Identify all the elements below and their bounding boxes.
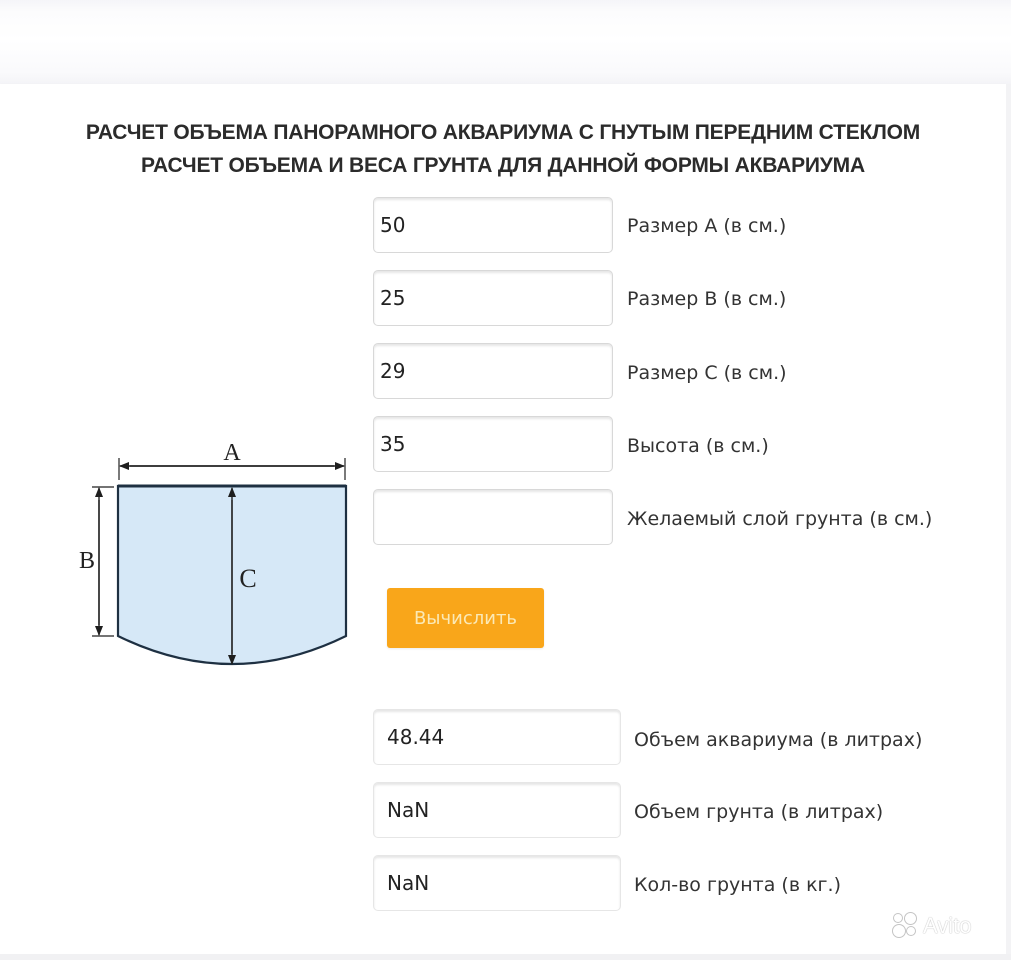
- size-b-input[interactable]: [373, 270, 613, 326]
- avito-watermark: Avito: [893, 911, 993, 941]
- substrate-volume-label: Объем грунта (в литрах): [634, 801, 884, 823]
- dimension-c-label: C: [239, 564, 256, 593]
- substrate-layer-label: Желаемый слой грунта (в см.): [627, 508, 933, 530]
- top-band: [0, 0, 1011, 84]
- aquarium-volume-label: Объем аквариума (в литрах): [634, 729, 923, 751]
- aquarium-volume-output[interactable]: [373, 709, 621, 765]
- height-input[interactable]: [373, 416, 613, 472]
- avito-watermark-text: Avito: [923, 913, 972, 938]
- height-label: Высота (в см.): [627, 435, 769, 457]
- size-b-label: Размер B (в см.): [627, 288, 787, 310]
- substrate-weight-label: Кол-во грунта (в кг.): [634, 874, 841, 896]
- substrate-weight-output[interactable]: [373, 855, 621, 911]
- size-c-input[interactable]: [373, 343, 613, 399]
- dimension-b-label: B: [79, 548, 95, 574]
- avito-logo-icon: [893, 913, 919, 939]
- size-c-label: Размер C (в см.): [627, 362, 787, 384]
- size-a-label: Размер A (в см.): [627, 215, 787, 237]
- substrate-volume-output[interactable]: [373, 782, 621, 838]
- page-subtitle: РАСЧЕТ ОБЪЕМА И ВЕСА ГРУНТА ДЛЯ ДАННОЙ Ф…: [141, 154, 865, 177]
- substrate-layer-input[interactable]: [373, 489, 613, 545]
- page-title: РАСЧЕТ ОБЪЕМА ПАНОРАМНОГО АКВАРИУМА С ГН…: [85, 121, 921, 144]
- dimension-a-label: A: [223, 440, 241, 466]
- calculate-button[interactable]: Вычислить: [387, 588, 544, 648]
- size-a-input[interactable]: [373, 197, 613, 253]
- bottom-band: [0, 954, 1011, 960]
- right-edge: [1006, 84, 1011, 960]
- aquarium-shape-diagram: A B C: [79, 440, 348, 666]
